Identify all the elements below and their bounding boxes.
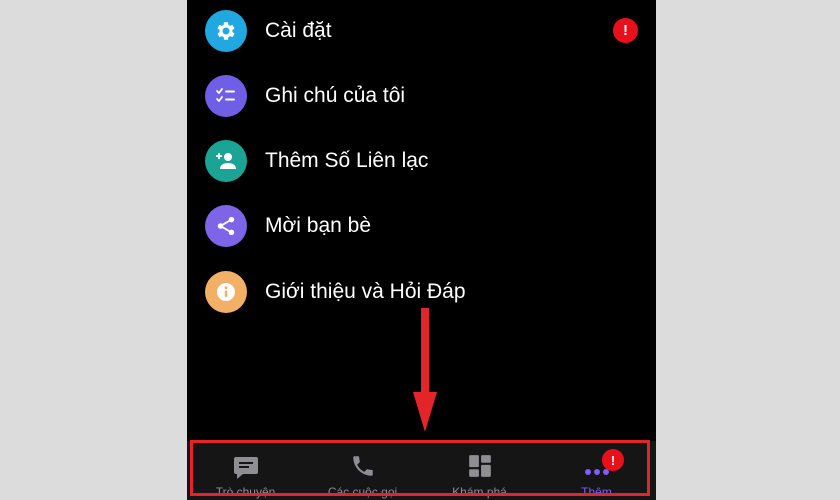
add-person-icon [205,140,247,182]
menu-item-add-contact[interactable]: Thêm Số Liên lạc [187,130,656,194]
menu-item-label: Giới thiệu và Hỏi Đáp [265,280,466,303]
phone-screen: Cài đặt ! Ghi chú của tôi Thêm Số Liên l… [187,0,656,500]
gear-icon [205,10,247,52]
tab-calls[interactable]: Các cuộc gọi [304,441,421,500]
grid-icon [467,453,493,484]
menu-item-my-notes[interactable]: Ghi chú của tôi [187,65,656,129]
arrow-down-icon [413,308,437,432]
bottom-tab-bar: Trò chuyện Các cuộc gọi Khám phá ! Thêm [187,441,656,500]
menu-item-label: Ghi chú của tôi [265,84,406,107]
tab-label: Khám phá [452,485,507,499]
share-icon [205,205,247,247]
tab-label: Thêm [581,485,612,499]
menu-item-label: Mời bạn bè [265,214,371,237]
chat-bubble-icon [232,453,260,486]
menu-item-label: Thêm Số Liên lạc [265,149,429,172]
checklist-icon [205,75,247,117]
tab-more[interactable]: ! Thêm [538,441,655,500]
tab-label: Trò chuyện [215,485,276,499]
tab-chats[interactable]: Trò chuyện [187,441,304,500]
tab-label: Các cuộc gọi [327,485,398,499]
menu-item-label: Cài đặt [265,19,332,42]
alert-badge: ! [602,449,624,471]
tab-explore[interactable]: Khám phá [421,441,538,500]
alert-badge: ! [613,18,638,43]
phone-icon [350,453,376,484]
menu-item-invite-friends[interactable]: Mời bạn bè [187,195,656,259]
info-icon [205,271,247,313]
menu-item-settings[interactable]: Cài đặt ! [187,0,656,64]
